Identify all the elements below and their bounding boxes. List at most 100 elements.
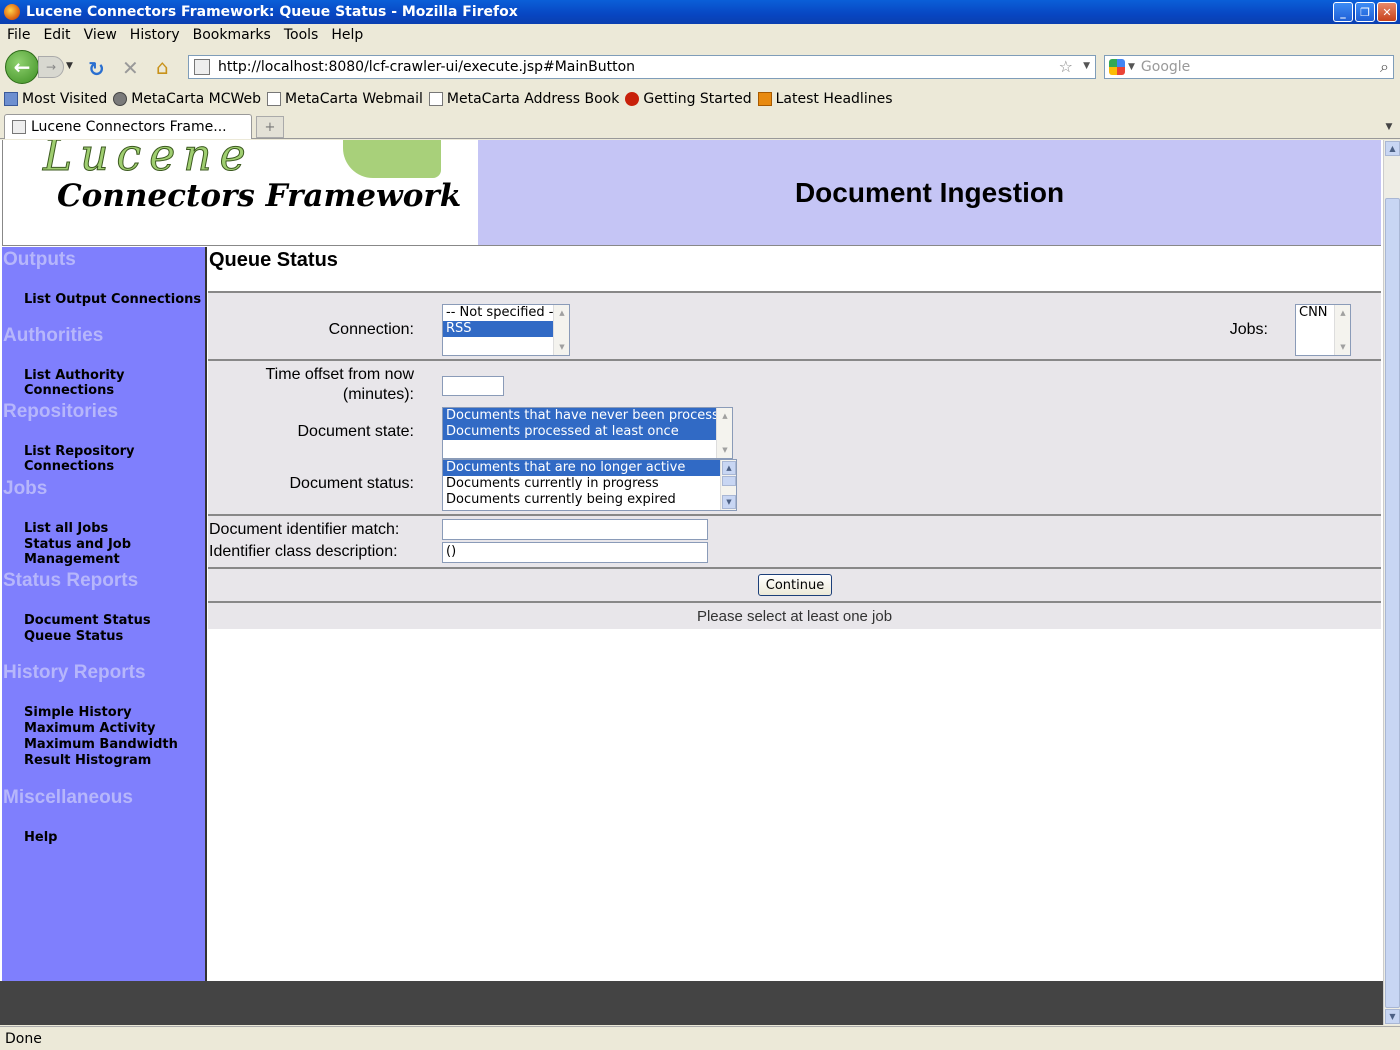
scroll-down-icon[interactable]: ▼ (1385, 1009, 1400, 1024)
menu-file[interactable]: File (7, 27, 30, 43)
logo-leaf-graphic (343, 140, 441, 178)
scroll-down-icon[interactable]: ▼ (1336, 340, 1350, 354)
time-offset-input[interactable] (442, 376, 504, 396)
back-arrow-icon: ← (13, 55, 31, 79)
url-dropdown-icon[interactable]: ▼ (1083, 61, 1090, 71)
bookmark-star-icon[interactable]: ☆ (1059, 57, 1073, 76)
sidebar-section-miscellaneous: Miscellaneous (3, 787, 133, 808)
divider (208, 567, 1381, 569)
doc-state-option-processed-once[interactable]: Documents processed at least once (443, 424, 716, 440)
search-engine-dropdown-icon[interactable]: ▼ (1128, 62, 1135, 72)
page-footer (0, 981, 1383, 1025)
menu-bookmarks[interactable]: Bookmarks (193, 27, 271, 43)
jobs-scrollbar[interactable]: ▲ ▼ (1334, 305, 1350, 355)
url-text[interactable]: http://localhost:8080/lcf-crawler-ui/exe… (218, 59, 635, 75)
minimize-button[interactable]: _ (1333, 2, 1353, 22)
continue-button[interactable]: Continue (758, 574, 832, 596)
bookmark-mcweb[interactable]: MetaCarta MCWeb (113, 91, 261, 107)
search-icon[interactable]: ⌕ (1380, 57, 1389, 77)
connection-scrollbar[interactable]: ▲ ▼ (553, 305, 569, 355)
scroll-thumb[interactable] (722, 476, 736, 486)
back-button[interactable]: ← (5, 50, 39, 84)
scroll-down-icon[interactable]: ▼ (718, 443, 732, 457)
jobs-label: Jobs: (1229, 321, 1268, 338)
sidebar-link-list-authority-connections[interactable]: List Authority Connections (24, 368, 205, 398)
doc-status-option-being-expired[interactable]: Documents currently being expired (443, 492, 720, 508)
doc-status-option-no-longer-active[interactable]: Documents that are no longer active (443, 460, 720, 476)
scroll-up-icon[interactable]: ▲ (1385, 141, 1400, 156)
menu-view[interactable]: View (84, 27, 117, 43)
forward-button[interactable]: → (38, 56, 64, 78)
stop-icon[interactable]: ✕ (122, 56, 139, 80)
status-bar: Done (0, 1026, 1400, 1050)
scroll-down-icon[interactable]: ▼ (555, 340, 569, 354)
page-scrollbar[interactable]: ▲ ▼ (1383, 140, 1400, 1025)
doc-status-option-in-progress[interactable]: Documents currently in progress (443, 476, 720, 492)
connection-option-rss[interactable]: RSS (443, 321, 553, 337)
sidebar-link-queue-status[interactable]: Queue Status (24, 629, 123, 644)
search-input[interactable]: Google (1141, 59, 1190, 75)
page-title: Queue Status (209, 249, 338, 271)
sidebar-link-list-repository-connections[interactable]: List Repository Connections (24, 444, 205, 474)
connection-select[interactable]: -- Not specified -- RSS ▲ ▼ (442, 304, 570, 356)
sidebar-section-repositories: Repositories (3, 401, 119, 422)
doc-status-scrollbar[interactable]: ▲ ▼ (720, 460, 736, 510)
connection-option-not-specified[interactable]: -- Not specified -- (443, 305, 569, 321)
sidebar-link-list-all-jobs[interactable]: List all Jobs (24, 521, 108, 536)
doc-state-scrollbar[interactable]: ▲ ▼ (716, 408, 732, 458)
url-bar[interactable]: http://localhost:8080/lcf-crawler-ui/exe… (188, 55, 1096, 79)
document-state-select[interactable]: Documents that have never been processed… (442, 407, 733, 459)
bookmark-webmail[interactable]: MetaCarta Webmail (267, 91, 423, 107)
home-icon[interactable]: ⌂ (156, 55, 169, 79)
divider (208, 359, 1381, 361)
sidebar-link-document-status[interactable]: Document Status (24, 613, 151, 628)
menu-help[interactable]: Help (331, 27, 363, 43)
doc-id-match-input[interactable] (442, 519, 708, 540)
forward-arrow-icon: → (45, 60, 57, 74)
search-bar[interactable]: ▼ Google ⌕ (1104, 55, 1394, 79)
id-class-input[interactable]: () (442, 542, 708, 563)
sidebar-link-status-job-management[interactable]: Status and Job Management (24, 537, 205, 567)
sidebar-link-maximum-activity[interactable]: Maximum Activity (24, 721, 155, 736)
doc-id-match-label: Document identifier match: (209, 521, 400, 538)
menu-edit[interactable]: Edit (43, 27, 70, 43)
scroll-up-icon[interactable]: ▲ (1336, 306, 1350, 320)
doc-state-option-never-processed[interactable]: Documents that have never been processed (443, 408, 732, 424)
sidebar-section-history-reports: History Reports (3, 662, 146, 683)
scroll-up-icon[interactable]: ▲ (718, 409, 732, 423)
close-button[interactable]: ✕ (1377, 2, 1397, 22)
page-icon (267, 92, 281, 106)
maximize-button[interactable]: ❐ (1355, 2, 1375, 22)
document-status-select[interactable]: Documents that are no longer active Docu… (442, 459, 737, 511)
bookmark-address-book[interactable]: MetaCarta Address Book (428, 91, 619, 107)
sidebar-link-simple-history[interactable]: Simple History (24, 705, 132, 720)
reload-icon[interactable]: ↻ (88, 57, 105, 81)
logo-subtitle: Connectors Framework (57, 178, 462, 214)
menu-history[interactable]: History (130, 27, 180, 43)
scroll-thumb[interactable] (1385, 198, 1400, 1008)
sidebar-link-result-histogram[interactable]: Result Histogram (24, 753, 151, 768)
sidebar-link-list-output-connections[interactable]: List Output Connections (24, 292, 201, 307)
menu-tools[interactable]: Tools (284, 27, 319, 43)
sidebar-link-help[interactable]: Help (24, 830, 57, 845)
bookmark-getting-started[interactable]: Getting Started (625, 91, 752, 107)
sidebar-nav: Outputs List Output Connections Authorit… (2, 247, 207, 981)
scroll-down-icon[interactable]: ▼ (722, 495, 736, 509)
sidebar-link-maximum-bandwidth[interactable]: Maximum Bandwidth (24, 737, 178, 752)
history-dropdown-icon[interactable]: ▼ (66, 61, 73, 71)
time-offset-unit-label: (minutes): (342, 386, 414, 403)
jobs-select[interactable]: CNN ▲ ▼ (1295, 304, 1351, 356)
window-titlebar: Lucene Connectors Framework: Queue Statu… (0, 0, 1400, 24)
scroll-up-icon[interactable]: ▲ (555, 306, 569, 320)
bookmark-most-visited[interactable]: Most Visited (4, 91, 107, 107)
page-viewport: Lucene Connectors Framework Document Ing… (0, 140, 1383, 1025)
bookmark-latest-headlines[interactable]: Latest Headlines (757, 91, 893, 107)
new-tab-button[interactable]: + (256, 116, 284, 138)
tab-list-dropdown-icon[interactable]: ▼ (1380, 116, 1398, 138)
getting-started-icon (625, 92, 640, 106)
tab-queue-status[interactable]: Lucene Connectors Frame... (4, 114, 252, 139)
logo-brand-text: Lucene (43, 140, 254, 182)
document-state-label: Document state: (297, 423, 415, 440)
google-icon[interactable] (1109, 59, 1125, 75)
scroll-up-icon[interactable]: ▲ (722, 461, 736, 475)
